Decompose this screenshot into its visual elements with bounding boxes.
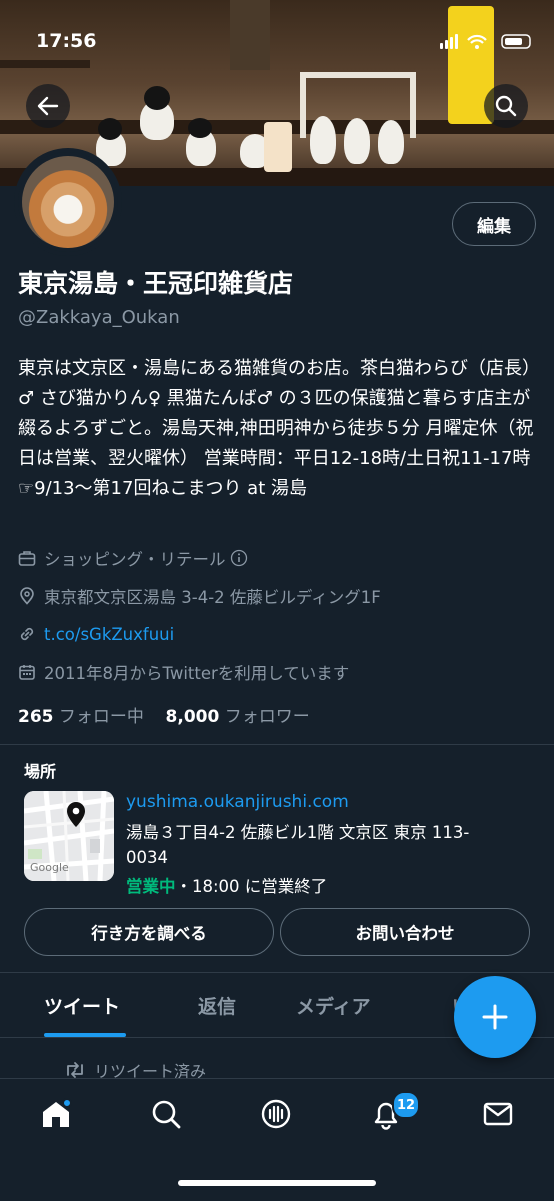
following-label: フォロー中	[58, 707, 144, 727]
banner-shelf	[0, 60, 90, 68]
compose-tweet-button[interactable]	[454, 976, 536, 1058]
home-indicator	[178, 1180, 376, 1186]
directions-button[interactable]: 行き方を調べる	[24, 908, 274, 956]
status-icons	[440, 34, 531, 49]
business-hours: 営業中・18:00 に営業終了	[126, 873, 327, 897]
back-button[interactable]	[26, 84, 70, 128]
search-icon	[495, 95, 517, 117]
followers-link[interactable]: 8,000 フォロワー	[166, 707, 310, 727]
home-icon	[43, 1098, 72, 1127]
category-row: ショッピング・リテール	[18, 546, 256, 570]
bio: 東京は文京区・湯島にある猫雑貨のお店。茶白猫わらび（店長）♂ さび猫かりん♀ 黒…	[18, 358, 534, 499]
banner-cat-figure	[98, 118, 122, 140]
display-name: 東京湯島・王冠印雑貨店	[18, 269, 294, 298]
nav-search[interactable]	[146, 1094, 186, 1134]
handle: @Zakkaya_Oukan	[18, 307, 180, 328]
plus-icon	[482, 1004, 508, 1030]
nav-spaces[interactable]	[256, 1094, 296, 1134]
banner-cat-figure	[188, 118, 212, 138]
nav-messages[interactable]	[478, 1094, 518, 1134]
link-row[interactable]: t.co/sGkZuxfuui	[18, 622, 174, 646]
location-text: 東京都文京区湯島 3-4-2 佐藤ビルディング1F	[44, 588, 381, 607]
location-row: 東京都文京区湯島 3-4-2 佐藤ビルディング1F	[18, 584, 381, 608]
search-button[interactable]	[484, 84, 528, 128]
info-icon[interactable]	[230, 549, 248, 567]
banner-cabinet	[230, 0, 270, 70]
signal-bar	[440, 43, 443, 49]
followers-count: 8,000	[165, 707, 220, 727]
contact-button[interactable]: お問い合わせ	[280, 908, 530, 956]
banner-figurine	[344, 118, 370, 164]
following-count: 265	[18, 707, 54, 727]
nav-home[interactable]	[36, 1094, 76, 1134]
wifi-dot	[475, 45, 479, 49]
spaces-icon	[261, 1099, 291, 1129]
banner-figurine	[378, 120, 404, 164]
link-icon	[20, 627, 34, 641]
location-pin-icon	[20, 587, 34, 605]
tab-tweets[interactable]: ツイート	[44, 992, 120, 1019]
follow-stats: 265 フォロー中 8,000 フォロワー	[18, 702, 310, 727]
divider	[0, 744, 554, 745]
following-link[interactable]: 265 フォロー中	[18, 707, 144, 727]
notifications-badge: 12	[392, 1091, 420, 1119]
tab-media[interactable]: メディア	[296, 992, 371, 1019]
open-status: 営業中	[126, 877, 176, 896]
banner-figurine	[310, 116, 336, 164]
retweet-icon	[67, 1062, 83, 1078]
location-url[interactable]: yushima.oukanjirushi.com	[126, 792, 349, 812]
location-card-heading: 場所	[24, 762, 57, 781]
closing-time: ・18:00 に営業終了	[175, 877, 328, 896]
tab-replies[interactable]: 返信	[198, 992, 236, 1019]
banner-cat-figure	[144, 86, 170, 110]
category-label: ショッピング・リテール	[44, 550, 226, 569]
mail-icon	[483, 1102, 513, 1126]
joined-row: 2011年8月からTwitterを利用しています	[18, 660, 349, 684]
location-map[interactable]: Google	[24, 791, 114, 881]
map-provider-label: Google	[30, 861, 69, 874]
signal-bar	[455, 34, 458, 49]
banner-card	[264, 122, 292, 172]
divider	[0, 972, 554, 973]
followers-label: フォロワー	[224, 707, 310, 727]
wifi-icon	[467, 34, 487, 44]
signal-bar	[450, 37, 453, 49]
back-arrow-icon	[37, 96, 59, 116]
avatar[interactable]	[14, 148, 122, 256]
search-icon	[152, 1100, 181, 1129]
profile-link[interactable]: t.co/sGkZuxfuui	[44, 625, 174, 644]
joined-text: 2011年8月からTwitterを利用しています	[44, 664, 350, 683]
status-time: 17:56	[36, 30, 97, 52]
edit-profile-button[interactable]: 編集	[452, 202, 536, 246]
battery-level	[505, 38, 522, 45]
briefcase-icon	[18, 551, 36, 566]
avatar-image	[22, 156, 114, 248]
location-address: 湯島３丁目4-2 佐藤ビル1階 文京区 東京 113-0034	[126, 823, 470, 867]
signal-bar	[445, 40, 448, 49]
calendar-icon	[19, 665, 35, 680]
